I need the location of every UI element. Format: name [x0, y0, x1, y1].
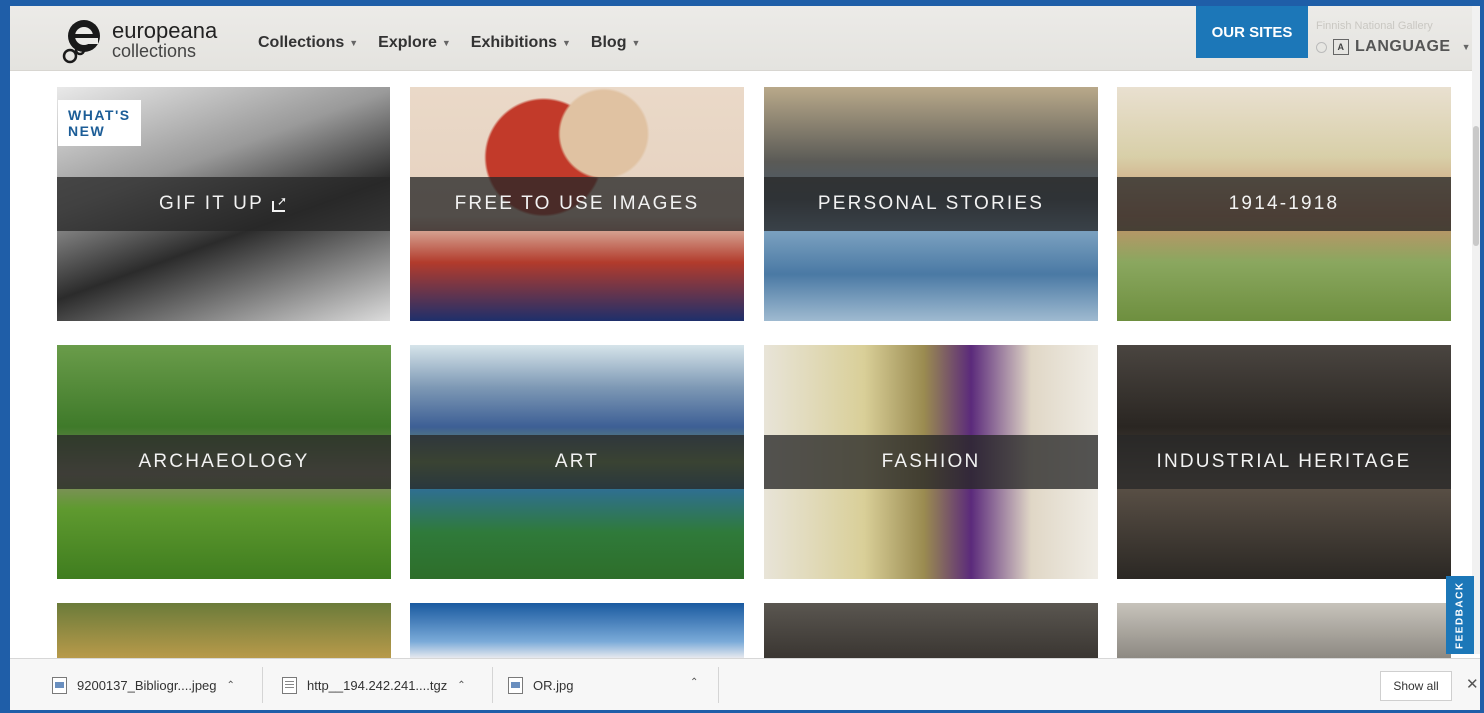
logo-text: europeana collections: [112, 18, 218, 61]
tile-band: 1914-1918: [1117, 177, 1451, 231]
scrollbar-thumb[interactable]: [1473, 126, 1479, 246]
nav-label: Collections: [258, 34, 345, 51]
logo-line-1: europeana: [112, 18, 218, 43]
tile-partial[interactable]: [410, 603, 744, 658]
language-label: LANGUAGE: [1355, 38, 1451, 55]
vertical-scrollbar[interactable]: [1472, 6, 1480, 654]
gallery-note: Finnish National Gallery: [1316, 20, 1433, 32]
tile-band: GIF IT UP: [57, 177, 390, 231]
image-file-icon: [508, 676, 523, 694]
download-separator: [492, 667, 493, 703]
tile-band: ART: [410, 435, 744, 489]
tile-band: INDUSTRIAL HERITAGE: [1117, 435, 1451, 489]
tile-personal-stories[interactable]: PERSONAL STORIES: [764, 87, 1098, 321]
tile-label: FASHION: [881, 451, 981, 472]
language-selector[interactable]: A LANGUAGE ▼: [1316, 38, 1471, 56]
tile-partial[interactable]: [1117, 603, 1451, 658]
tile-band: ARCHAEOLOGY: [57, 435, 391, 489]
download-item[interactable]: OR.jpg: [508, 659, 573, 710]
translate-icon: A: [1333, 39, 1349, 55]
external-link-icon: [271, 194, 289, 212]
tile-label: FREE TO USE IMAGES: [454, 193, 700, 214]
nav-label: Exhibitions: [470, 34, 557, 51]
download-filename: 9200137_Bibliogr....jpeg: [77, 677, 217, 693]
nav-blog[interactable]: Blog ▼: [591, 34, 640, 52]
tile-band: PERSONAL STORIES: [764, 177, 1098, 231]
nav-explore[interactable]: Explore ▼: [378, 34, 451, 52]
tile-partial[interactable]: [764, 603, 1098, 658]
tile-fashion[interactable]: FASHION: [764, 345, 1098, 579]
tile-free-to-use-images[interactable]: FREE TO USE IMAGES: [410, 87, 744, 321]
tile-band: FASHION: [764, 435, 1098, 489]
europeana-logo-icon: [62, 20, 100, 64]
show-all-button[interactable]: Show all: [1380, 671, 1452, 701]
chevron-up-icon[interactable]: ⌃: [457, 680, 465, 691]
feedback-tab[interactable]: FEEDBACK: [1446, 576, 1474, 654]
our-sites-button[interactable]: OUR SITES: [1196, 6, 1308, 58]
tile-label: GIF IT UP: [159, 193, 264, 214]
caret-down-icon: ▼: [631, 38, 641, 48]
europeana-logo[interactable]: europeana collections: [58, 16, 233, 68]
tile-partial[interactable]: [57, 603, 391, 658]
download-bar: 9200137_Bibliogr....jpeg ⌃ http__194.242…: [10, 658, 1480, 710]
image-file-icon: [52, 676, 67, 694]
caret-down-icon: ▼: [562, 38, 571, 48]
tile-art[interactable]: ART: [410, 345, 744, 579]
tile-band: FREE TO USE IMAGES: [410, 177, 744, 231]
download-item[interactable]: 9200137_Bibliogr....jpeg ⌃: [52, 659, 235, 710]
tile-label: ART: [554, 451, 600, 472]
document-file-icon: [282, 676, 297, 694]
tile-label: ARCHAEOLOGY: [138, 451, 310, 472]
whats-new-badge: WHAT'S NEW: [58, 100, 141, 146]
tile-label: 1914-1918: [1228, 193, 1340, 214]
chevron-up-icon[interactable]: ⌃: [690, 677, 698, 688]
download-item[interactable]: http__194.242.241....tgz ⌃: [282, 659, 466, 710]
nav-collections[interactable]: Collections ▼: [258, 34, 358, 52]
site-header: europeana collections Collections ▼ Expl…: [10, 6, 1480, 71]
nav-exhibitions[interactable]: Exhibitions ▼: [471, 34, 571, 52]
download-separator: [262, 667, 263, 703]
chevron-up-icon[interactable]: ⌃: [227, 680, 235, 691]
download-separator: [718, 667, 719, 703]
close-icon[interactable]: ✕: [1466, 675, 1479, 693]
tile-label: INDUSTRIAL HERITAGE: [1156, 451, 1412, 472]
globe-icon: [1316, 41, 1327, 53]
nav-label: Blog: [590, 34, 627, 51]
caret-down-icon: ▼: [1461, 42, 1471, 52]
tile-1914-1918[interactable]: 1914-1918: [1117, 87, 1451, 321]
logo-line-2: collections: [112, 41, 197, 61]
tile-industrial-heritage[interactable]: INDUSTRIAL HERITAGE: [1117, 345, 1451, 579]
main-nav: Collections ▼ Explore ▼ Exhibitions ▼ Bl…: [258, 34, 640, 52]
caret-down-icon: ▼: [349, 38, 359, 48]
nav-label: Explore: [378, 34, 437, 51]
tile-archaeology[interactable]: ARCHAEOLOGY: [57, 345, 391, 579]
browser-window: GIF IT UP WHAT'S NEW FREE TO USE IMAGES …: [10, 6, 1480, 710]
download-filename: OR.jpg: [533, 677, 574, 693]
tile-label: PERSONAL STORIES: [817, 193, 1045, 214]
caret-down-icon: ▼: [441, 38, 451, 48]
download-filename: http__194.242.241....tgz: [307, 677, 448, 693]
